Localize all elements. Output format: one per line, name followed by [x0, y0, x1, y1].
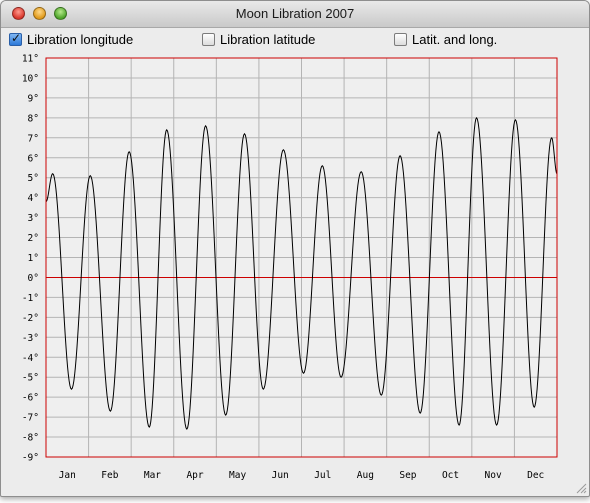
x-month-label: Apr: [186, 470, 203, 481]
y-tick-label: 1°: [28, 253, 39, 264]
y-tick-label: 3°: [28, 213, 39, 224]
libration-chart: 11° 10° 9° 8° 7° 6° 5° 4° 3° 2° 1° 0° -1° -2° -3° -4° -5…: [22, 54, 558, 481]
y-tick-label: -1°: [22, 293, 39, 304]
checkbox-box[interactable]: [9, 31, 22, 46]
x-month-label: Nov: [485, 470, 502, 481]
y-tick-label: 11°: [22, 54, 39, 65]
x-month-label: Aug: [357, 470, 374, 481]
window-title: Moon Libration 2007: [235, 6, 355, 21]
checkbox-libration-longitude[interactable]: Libration longitude: [9, 30, 133, 48]
x-month-label: Mar: [144, 470, 161, 481]
y-tick-label: 9°: [28, 93, 39, 104]
y-tick-label: -4°: [22, 353, 39, 364]
x-month-label: Jun: [272, 470, 289, 481]
checkbox-label: Latit. and long.: [412, 31, 498, 47]
app-window: Moon Libration 2007 Libration longitude …: [0, 0, 590, 497]
x-month-label: Sep: [399, 470, 416, 481]
x-month-label: Dec: [527, 470, 544, 481]
y-tick-label: -9°: [22, 453, 39, 464]
y-tick-label: 10°: [22, 73, 39, 84]
checkbox-label: Libration longitude: [27, 31, 134, 47]
checkbox-label: Libration latitude: [220, 31, 316, 47]
y-tick-label: -2°: [22, 313, 39, 324]
y-tick-label: 6°: [28, 153, 39, 164]
x-month-label: Jan: [59, 470, 76, 481]
y-tick-label: -6°: [22, 393, 39, 404]
y-tick-label: -3°: [22, 333, 39, 344]
y-tick-label: 4°: [28, 193, 39, 204]
resize-grip-icon[interactable]: [575, 482, 587, 494]
checkbox-latitude-and-longitude[interactable]: Latit. and long.: [394, 30, 497, 48]
title-bar[interactable]: Moon Libration 2007: [1, 1, 589, 28]
x-month-label: Oct: [442, 470, 459, 481]
y-tick-label: 5°: [28, 173, 39, 184]
x-month-label: May: [229, 470, 246, 481]
y-tick-label: 0°: [28, 273, 39, 284]
y-tick-label: -5°: [22, 373, 39, 384]
checkbox-libration-latitude[interactable]: Libration latitude: [202, 30, 315, 48]
x-month-label: Jul: [314, 470, 331, 481]
checkbox-box[interactable]: [202, 32, 215, 46]
y-tick-label: 8°: [28, 113, 39, 124]
y-tick-label: 2°: [28, 233, 39, 244]
checkbox-box[interactable]: [394, 32, 407, 46]
y-tick-label: -8°: [22, 433, 39, 444]
y-tick-label: -7°: [22, 413, 39, 424]
y-tick-label: 7°: [28, 133, 39, 144]
x-month-label: Feb: [101, 470, 118, 481]
